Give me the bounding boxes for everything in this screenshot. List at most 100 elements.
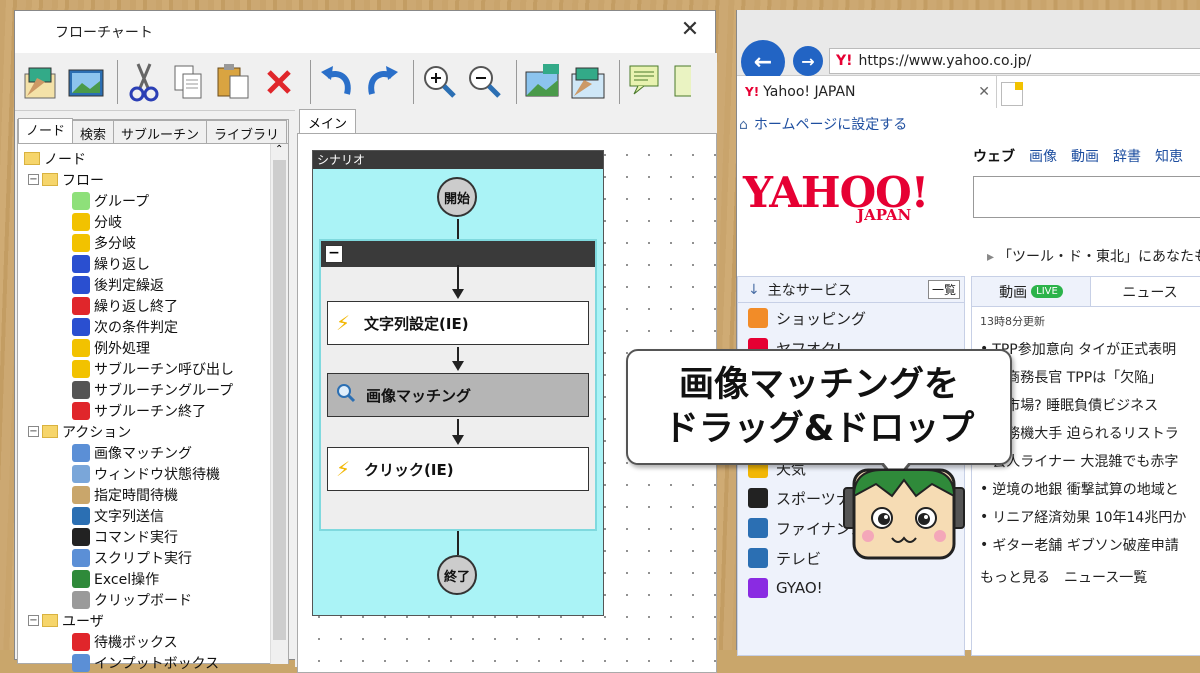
node-type-icon bbox=[72, 506, 90, 525]
paste-icon[interactable] bbox=[214, 60, 254, 104]
tree-item[interactable]: コマンド実行 bbox=[24, 526, 288, 547]
category-chiebukuro[interactable]: 知恵 bbox=[1155, 146, 1183, 166]
category-video[interactable]: 動画 bbox=[1071, 146, 1099, 166]
flow-block-image-matching[interactable]: 画像マッチング bbox=[327, 373, 589, 417]
node-type-icon bbox=[72, 296, 90, 315]
group-node[interactable]: − ⚡ 文字列設定(IE) 画像マッチング ⚡ クリック(IE) bbox=[319, 239, 597, 531]
new-node-icon[interactable] bbox=[21, 60, 61, 104]
tree-item[interactable]: 例外処理 bbox=[24, 337, 288, 358]
services-list-button[interactable]: 一覧 bbox=[927, 280, 960, 299]
search-input[interactable] bbox=[973, 176, 1200, 218]
news-panel: 動画LIVE ニュース 13時8分更新 • TPP参加意向 タイが正式表明 • 米商務… bbox=[971, 276, 1200, 656]
tree-item[interactable]: 指定時間待機 bbox=[24, 484, 288, 505]
homepage-link[interactable]: ⌂ ホームページに設定する bbox=[739, 114, 907, 134]
zoom-in-icon[interactable] bbox=[420, 60, 460, 104]
tree-scrollbar[interactable]: ⌃ bbox=[270, 144, 288, 664]
tab-node[interactable]: ノード bbox=[18, 118, 74, 143]
bullet-icon: • bbox=[980, 537, 989, 553]
service-item[interactable]: GYAO! bbox=[738, 573, 964, 603]
tree-item[interactable]: グループ bbox=[24, 190, 288, 211]
flow-block-string-set[interactable]: ⚡ 文字列設定(IE) bbox=[327, 301, 589, 345]
new-tab-button[interactable] bbox=[1001, 82, 1023, 106]
capture-image-icon[interactable] bbox=[523, 60, 563, 104]
tree-item[interactable]: 画像マッチング bbox=[24, 442, 288, 463]
tree-item[interactable]: 繰り返し bbox=[24, 253, 288, 274]
tree-item[interactable]: サブルーチン呼び出し bbox=[24, 358, 288, 379]
tree-item[interactable]: 分岐 bbox=[24, 211, 288, 232]
tree-item[interactable]: サブルーチングループ bbox=[24, 379, 288, 400]
tree-folder-action[interactable]: − アクション bbox=[24, 421, 288, 442]
forward-button[interactable]: → bbox=[793, 46, 823, 76]
category-image[interactable]: 画像 bbox=[1029, 146, 1057, 166]
tree-item[interactable]: スクリプト実行 bbox=[24, 547, 288, 568]
image-icon[interactable] bbox=[66, 60, 106, 104]
delete-icon[interactable] bbox=[259, 60, 299, 104]
note-icon[interactable] bbox=[671, 60, 691, 104]
tree-root[interactable]: ノード bbox=[24, 148, 288, 169]
lightning-icon: ⚡ bbox=[336, 311, 351, 335]
category-dictionary[interactable]: 辞書 bbox=[1113, 146, 1141, 166]
tab-main[interactable]: メイン bbox=[299, 109, 357, 135]
tree-item[interactable]: 繰り返し終了 bbox=[24, 295, 288, 316]
tab-news[interactable]: ニュース bbox=[1091, 277, 1200, 306]
start-node[interactable]: 開始 bbox=[437, 177, 477, 217]
copy-icon[interactable] bbox=[169, 60, 209, 104]
collapse-icon[interactable]: − bbox=[28, 174, 39, 185]
collapse-icon[interactable]: − bbox=[28, 426, 39, 437]
tab-search[interactable]: 検索 bbox=[72, 120, 115, 143]
capture-icon[interactable] bbox=[568, 60, 608, 104]
collapse-icon[interactable]: − bbox=[28, 615, 39, 626]
flow-block-click[interactable]: ⚡ クリック(IE) bbox=[327, 447, 589, 491]
node-type-icon bbox=[72, 233, 90, 252]
yahoo-favicon-icon: Y! bbox=[745, 85, 760, 99]
news-item[interactable]: • 逆境の地銀 衝撃試算の地域と bbox=[972, 475, 1200, 503]
tree-item[interactable]: ウィンドウ状態待機 bbox=[24, 463, 288, 484]
close-button[interactable]: ✕ bbox=[675, 17, 705, 42]
promo-link[interactable]: ▸ 「ツール・ド・東北」にあなたも参 bbox=[987, 246, 1200, 266]
tree-item[interactable]: インプットボックス bbox=[24, 652, 288, 673]
tab-video[interactable]: 動画 LIVE bbox=[972, 277, 1091, 306]
group-collapse-button[interactable]: − bbox=[325, 245, 343, 263]
node-panel-tabs: ノード 検索 サブルーチン ライブラリ bbox=[18, 118, 288, 144]
zoom-out-icon[interactable] bbox=[465, 60, 505, 104]
tree-item[interactable]: Excel操作 bbox=[24, 568, 288, 589]
browser-tab[interactable]: Y! Yahoo! JAPAN ✕ bbox=[737, 76, 997, 108]
scenario-container[interactable]: シナリオ 開始 − ⚡ 文字列設定(IE) 画像マッチング ⚡ クリック(IE) 終… bbox=[312, 150, 604, 616]
news-item[interactable]: • リニア経済効果 10年14兆円か bbox=[972, 503, 1200, 531]
tab-library[interactable]: ライブラリ bbox=[206, 120, 288, 143]
comment-icon[interactable] bbox=[626, 60, 666, 104]
tree-folder-user[interactable]: − ユーザ bbox=[24, 610, 288, 631]
tab-close-button[interactable]: ✕ bbox=[978, 84, 990, 100]
cut-icon[interactable] bbox=[124, 60, 164, 104]
tree-item[interactable]: サブルーチン終了 bbox=[24, 400, 288, 421]
search-categories: ウェブ 画像 動画 辞書 知恵 bbox=[973, 146, 1183, 166]
folder-icon bbox=[42, 614, 58, 627]
tree-item[interactable]: 多分岐 bbox=[24, 232, 288, 253]
category-web[interactable]: ウェブ bbox=[973, 146, 1015, 166]
end-node[interactable]: 終了 bbox=[437, 555, 477, 595]
tree-item-label: 分岐 bbox=[94, 214, 122, 231]
scrollbar-thumb[interactable] bbox=[273, 160, 286, 640]
undo-icon[interactable] bbox=[317, 60, 357, 104]
connector-line bbox=[457, 219, 459, 239]
tree-item[interactable]: 次の条件判定 bbox=[24, 316, 288, 337]
redo-icon[interactable] bbox=[362, 60, 402, 104]
node-type-icon bbox=[72, 632, 90, 651]
scroll-up-icon[interactable]: ⌃ bbox=[275, 144, 283, 155]
node-type-icon bbox=[72, 590, 90, 609]
tree-folder-flow[interactable]: − フロー bbox=[24, 169, 288, 190]
tree-item[interactable]: 待機ボックス bbox=[24, 631, 288, 652]
tab-subroutine[interactable]: サブルーチン bbox=[113, 120, 208, 143]
more-link[interactable]: もっと見る bbox=[980, 567, 1050, 587]
news-list-link[interactable]: ニュース一覧 bbox=[1064, 567, 1147, 587]
url-text: https://www.yahoo.co.jp/ bbox=[858, 53, 1032, 69]
callout-bubble: 画像マッチングを ドラッグ&ドロップ bbox=[626, 349, 1012, 465]
tree-item[interactable]: 後判定繰返 bbox=[24, 274, 288, 295]
address-bar[interactable]: Y! https://www.yahoo.co.jp/ bbox=[829, 48, 1200, 74]
tree-item[interactable]: 文字列送信 bbox=[24, 505, 288, 526]
tree-item[interactable]: クリップボード bbox=[24, 589, 288, 610]
news-item[interactable]: • ギター老舗 ギブソン破産申請 bbox=[972, 531, 1200, 559]
news-item-label: 株市場? 睡眠負債ビジネス bbox=[992, 398, 1159, 414]
service-item[interactable]: ショッピング bbox=[738, 303, 964, 333]
service-icon bbox=[748, 308, 768, 328]
